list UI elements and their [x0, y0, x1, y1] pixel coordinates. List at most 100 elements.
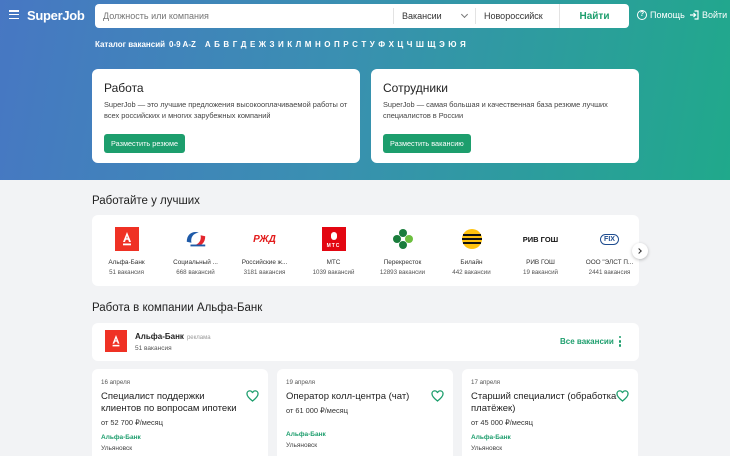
heart-icon[interactable]	[616, 390, 629, 402]
post-resume-button[interactable]: Разместить резюме	[104, 134, 186, 153]
catalog-letter[interactable]: И	[278, 40, 284, 49]
ad-label: реклама	[186, 335, 211, 341]
catalog-letter[interactable]: М	[305, 40, 312, 49]
vacancy-date: 19 апреля	[286, 379, 316, 386]
post-vacancy-button[interactable]: Разместить вакансию	[383, 134, 471, 153]
catalog-letter[interactable]: Э	[439, 40, 445, 49]
catalog-letter[interactable]: К	[287, 40, 292, 49]
vacancy-city: Ульяновск	[101, 445, 133, 452]
heart-icon[interactable]	[246, 390, 259, 402]
catalog-letter[interactable]: Х	[389, 40, 394, 49]
catalog-letter[interactable]: О	[324, 40, 330, 49]
search-type-select[interactable]: Вакансии	[394, 4, 475, 28]
catalog-letter[interactable]: П	[334, 40, 340, 49]
company-name[interactable]: Альфа-Банк реклама	[135, 332, 211, 341]
employer-count: 51 вакансия	[109, 269, 144, 276]
rzd-logo-icon: РЖД	[253, 233, 276, 245]
employer-item[interactable]: Социальный ... 668 вакансий	[161, 215, 230, 276]
best-employers-title: Работайте у лучших	[92, 195, 200, 207]
employer-item[interactable]: Билайн 442 вакансии	[437, 215, 506, 276]
mts-egg-shape	[330, 232, 337, 240]
employer-count: 1039 вакансий	[312, 269, 355, 276]
vacancy-card[interactable]: 19 апреля Оператор колл-центра (чат) от …	[277, 369, 453, 456]
vacancy-title[interactable]: Старший специалист (обработка платёжек)	[471, 391, 617, 415]
alfa-bank-logo-icon	[114, 227, 139, 251]
search-input[interactable]	[95, 4, 393, 28]
employer-count: 19 вакансий	[523, 269, 558, 276]
catalog-letter[interactable]: Д	[241, 40, 247, 49]
catalog-letter[interactable]: З	[270, 40, 275, 49]
fix-price-logo-icon: FIX	[593, 227, 627, 251]
vacancy-salary: от 61 000 ₽/месяц	[286, 406, 348, 415]
company-section-title: Работа в компании Альфа-Банк	[92, 302, 263, 314]
employer-name: ООО "ЭЛСТ П...	[585, 259, 634, 266]
vacancy-salary: от 52 700 ₽/месяц	[101, 418, 163, 427]
employer-name: Социальный ...	[173, 259, 218, 266]
catalog-letter[interactable]: Ф	[378, 40, 385, 49]
work-card-text: SuperJob — это лучшие предложения высоко…	[104, 100, 348, 120]
employers-carousel: Альфа-Банк 51 вакансия Социальный ... 66…	[92, 215, 639, 286]
employer-item[interactable]: Перекресток 12893 вакансии	[368, 215, 437, 276]
catalog-letter[interactable]: Г	[233, 40, 238, 49]
find-button[interactable]: Найти	[559, 4, 629, 28]
employer-item[interactable]: МТС МТС 1039 вакансий	[299, 215, 368, 276]
chevron-right-icon	[636, 248, 642, 254]
employer-count: 668 вакансий	[176, 269, 215, 276]
vacancy-card[interactable]: 16 апреля Специалист поддержки клиентов …	[92, 369, 268, 456]
vacancy-title[interactable]: Специалист поддержки клиентов по вопроса…	[101, 391, 247, 415]
more-options-icon[interactable]	[619, 336, 622, 349]
top-bar: SuperJob Вакансии Найти ? Помощь Войти	[0, 4, 730, 28]
catalog-letter[interactable]: Щ	[427, 40, 435, 49]
vacancy-city: Ульяновск	[286, 442, 318, 449]
employer-name: МТС	[326, 259, 341, 266]
catalog-letter[interactable]: Ш	[416, 40, 424, 49]
catalog-letter[interactable]: Т	[361, 40, 366, 49]
staff-card-text: SuperJob — самая большая и качественная …	[383, 100, 608, 120]
staff-card: Сотрудники SuperJob — самая большая и ка…	[371, 69, 639, 163]
vacancy-salary: от 45 000 ₽/месяц	[471, 418, 533, 427]
perekrestok-logo-icon	[391, 227, 415, 251]
search-type-value: Вакансии	[402, 11, 442, 21]
catalog-letter[interactable]: С	[352, 40, 358, 49]
catalog-letter[interactable]: Ч	[407, 40, 413, 49]
catalog-letter[interactable]: Е	[250, 40, 255, 49]
catalog-alpha-numeric[interactable]: 0-9 A-Z	[169, 40, 196, 49]
catalog-letter[interactable]: Л	[296, 40, 302, 49]
beeline-logo-icon	[460, 227, 484, 251]
all-vacancies-link[interactable]: Все вакансии	[560, 337, 614, 346]
catalog-title[interactable]: Каталог вакансий	[95, 40, 165, 49]
vacancy-catalog: Каталог вакансий 0-9 A-Z А Б В Г Д Е Ж З…	[95, 38, 466, 50]
help-link[interactable]: ? Помощь	[637, 10, 685, 20]
staff-card-title: Сотрудники	[383, 81, 448, 95]
city-input[interactable]	[476, 4, 559, 28]
menu-icon[interactable]	[9, 10, 19, 20]
vacancy-title[interactable]: Оператор колл-центра (чат)	[286, 391, 432, 403]
login-link[interactable]: Войти	[689, 10, 727, 20]
catalog-letter[interactable]: Я	[460, 40, 466, 49]
vacancy-company[interactable]: Альфа-Банк	[101, 434, 259, 441]
vacancy-company[interactable]: Альфа-Банк	[471, 434, 629, 441]
vacancy-company[interactable]: Альфа-Банк	[286, 431, 444, 438]
catalog-letter[interactable]: А	[205, 40, 211, 49]
employer-count: 442 вакансии	[452, 269, 491, 276]
heart-icon[interactable]	[431, 390, 444, 402]
catalog-letter[interactable]: Ж	[259, 40, 266, 49]
employer-item[interactable]: РЖД Российские ж... 3181 вакансия	[230, 215, 299, 277]
catalog-letter[interactable]: Р	[343, 40, 348, 49]
employer-item[interactable]: Альфа-Банк 51 вакансия	[92, 215, 161, 276]
carousel-next-button[interactable]	[632, 243, 648, 259]
vacancy-card[interactable]: 17 апреля Старший специалист (обработка …	[462, 369, 638, 456]
catalog-letter[interactable]: Б	[214, 40, 220, 49]
employer-count: 3181 вакансия	[243, 269, 286, 276]
catalog-letter[interactable]: Ц	[397, 40, 403, 49]
catalog-letter[interactable]: Ю	[448, 40, 456, 49]
work-card: Работа SuperJob — это лучшие предложения…	[92, 69, 360, 163]
employer-name: РИВ ГОШ	[526, 259, 555, 266]
alfa-bank-logo-icon[interactable]	[105, 330, 127, 352]
help-label: Помощь	[650, 10, 685, 20]
catalog-letter[interactable]: У	[370, 40, 375, 49]
catalog-letter[interactable]: Н	[315, 40, 321, 49]
site-logo[interactable]: SuperJob	[27, 8, 85, 23]
catalog-letter[interactable]: В	[223, 40, 229, 49]
employer-item[interactable]: РИВ ГОШ РИВ ГОШ 19 вакансий	[506, 215, 575, 277]
